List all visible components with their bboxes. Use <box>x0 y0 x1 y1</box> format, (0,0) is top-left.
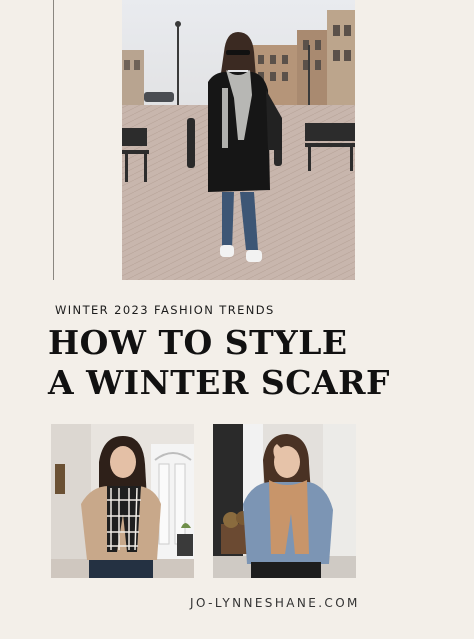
category-kicker: WINTER 2023 FASHION TRENDS <box>55 303 275 317</box>
headline-line-2: A WINTER SCARF <box>48 363 390 402</box>
website-url[interactable]: JO-LYNNESHANE.COM <box>190 596 360 610</box>
headline-line-1: HOW TO STYLE <box>48 323 348 362</box>
decorative-vertical-rule <box>53 0 54 280</box>
plaid-scarf-photo <box>51 424 194 578</box>
top-fashion-photo <box>122 0 355 280</box>
camel-scarf-photo <box>213 424 356 578</box>
